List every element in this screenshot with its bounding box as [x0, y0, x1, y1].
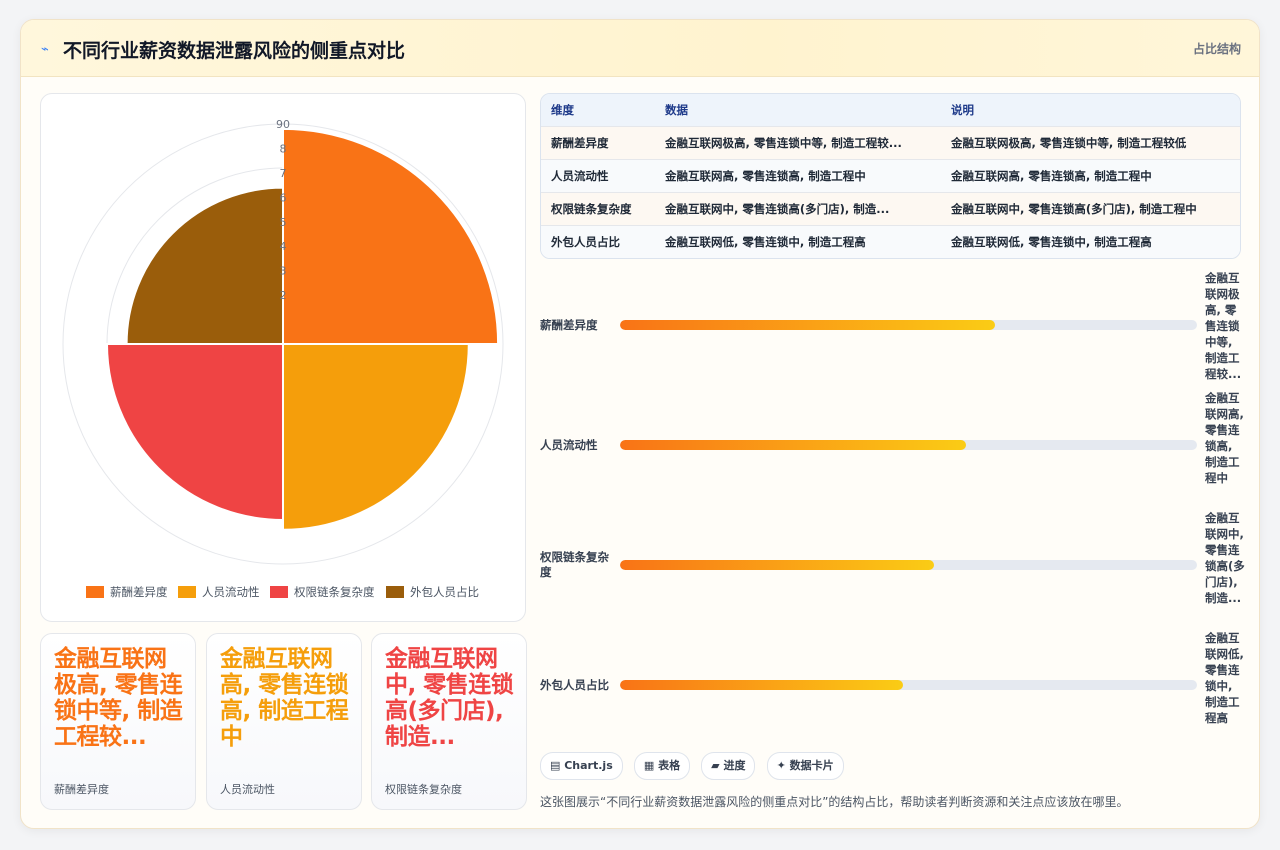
legend-label: 外包人员占比: [410, 585, 479, 599]
table-header: 数据: [655, 94, 941, 127]
chart-icon: ▤: [550, 759, 565, 772]
page-title: 不同行业薪资数据泄露风险的侧重点对比: [63, 40, 406, 62]
polar-sector[interactable]: [125, 186, 284, 345]
table-cell: 人员流动性: [541, 159, 655, 193]
radial-tick-label: 4: [280, 240, 287, 253]
progress-note: 金融互联网极高, 零售连锁中等, 制造工程较...: [1205, 271, 1242, 381]
table-cell: 金融互联网高, 零售连锁高, 制造工程中: [941, 159, 1240, 193]
kpi-value: 金融互联网高, 零售连锁高, 制造工程中: [220, 646, 349, 750]
tag-data-card[interactable]: ✦ 数据卡片: [766, 752, 844, 780]
card-header: ⌁ 不同行业薪资数据泄露风险的侧重点对比 占比结构: [21, 20, 1259, 77]
kpi-card: 金融互联网高, 零售连锁高, 制造工程中 人员流动性: [206, 633, 362, 810]
legend-label: 人员流动性: [202, 585, 260, 599]
data-table: 维度 数据 说明 薪酬差异度 金融互联网极高, 零售连锁中等, 制造工程较...…: [540, 93, 1241, 259]
radial-tick-label: 8: [280, 142, 287, 155]
legend-swatch: [270, 586, 288, 598]
progress-track: [620, 560, 1197, 570]
radial-tick-label: 3: [280, 265, 287, 278]
kpi-label: 权限链条复杂度: [385, 783, 462, 796]
polar-sector[interactable]: [282, 343, 470, 531]
table-cell: 权限链条复杂度: [541, 192, 655, 226]
radial-tick-label: 5: [280, 216, 287, 229]
progress-fill: [620, 560, 935, 570]
sparkle-icon: ✦: [776, 759, 790, 772]
radial-tick-label: 6: [280, 191, 287, 204]
table-cell: 外包人员占比: [541, 225, 655, 258]
progress-track: [620, 320, 1197, 330]
progress-row: 人员流动性 金融互联网高, 零售连锁高, 制造工程中: [540, 390, 1250, 500]
progress-icon: ▰: [711, 759, 724, 772]
radial-tick-label: 7: [280, 167, 287, 180]
table-row: 薪酬差异度 金融互联网极高, 零售连锁中等, 制造工程较... 金融互联网极高,…: [541, 126, 1240, 160]
progress-row: 外包人员占比 金融互联网低, 零售连锁中, 制造工程高: [540, 630, 1250, 740]
dashboard-card: ⌁ 不同行业薪资数据泄露风险的侧重点对比 占比结构 2 3 4 5 6 7 8 90 薪酬差异度…: [20, 19, 1260, 829]
progress-label: 薪酬差异度: [540, 318, 598, 332]
table-cell: 金融互联网低, 零售连锁中, 制造工程高: [941, 225, 1240, 258]
table-cell: 金融互联网中, 零售连锁高(多门店), 制造工程中: [941, 192, 1240, 226]
tag-progress[interactable]: ▰ 进度: [701, 752, 756, 780]
tag-table[interactable]: ▦ 表格: [633, 752, 691, 780]
legend-swatch: [386, 586, 404, 598]
progress-fill: [620, 680, 903, 690]
chart-description: 这张图展示“不同行业薪资数据泄露风险的侧重点对比”的结构占比，帮助读者判断资源和…: [540, 795, 1129, 809]
progress-track: [620, 680, 1197, 690]
table-cell: 金融互联网低, 零售连锁中, 制造工程高: [655, 225, 941, 258]
polar-sector[interactable]: [282, 127, 500, 345]
kpi-label: 人员流动性: [220, 783, 275, 796]
radial-tick-label: 90: [276, 118, 290, 131]
progress-note: 金融互联网高, 零售连锁高, 制造工程中: [1205, 391, 1244, 485]
polar-area-chart[interactable]: 2 3 4 5 6 7 8 90 薪酬差异度 人员流动性 权限链条复杂度 外包人员占比: [41, 94, 525, 621]
table-cell: 金融互联网极高, 零售连锁中等, 制造工程较...: [655, 126, 941, 160]
polar-sector[interactable]: [105, 343, 284, 522]
legend-swatch: [178, 586, 196, 598]
radial-tick-label: 2: [280, 289, 287, 302]
legend-label: 薪酬差异度: [110, 585, 168, 599]
kpi-value: 金融互联网中, 零售连锁高(多门店), 制造...: [385, 646, 514, 750]
table-row: 外包人员占比 金融互联网低, 零售连锁中, 制造工程高 金融互联网低, 零售连锁…: [541, 225, 1240, 258]
table-row: 人员流动性 金融互联网高, 零售连锁高, 制造工程中 金融互联网高, 零售连锁高…: [541, 159, 1240, 193]
table-cell: 金融互联网中, 零售连锁高(多门店), 制造...: [655, 192, 941, 226]
progress-label: 权限链条复杂度: [540, 550, 609, 579]
table-icon: ▦: [643, 759, 659, 772]
kpi-value: 金融互联网极高, 零售连锁中等, 制造工程较...: [54, 646, 183, 750]
table-header: 说明: [941, 94, 1240, 127]
legend-label: 权限链条复杂度: [294, 585, 375, 599]
legend-swatch: [86, 586, 104, 598]
feature-tags: ▤ Chart.js ▦ 表格 ▰ 进度 ✦ 数据卡片: [540, 752, 850, 780]
progress-fill: [620, 320, 996, 330]
table-cell: 金融互联网极高, 零售连锁中等, 制造工程较低: [941, 126, 1240, 160]
progress-note: 金融互联网低, 零售连锁中, 制造工程高: [1205, 631, 1244, 725]
table-cell: 薪酬差异度: [541, 126, 655, 160]
progress-track: [620, 440, 1197, 450]
table-cell: 金融互联网高, 零售连锁高, 制造工程中: [655, 159, 941, 193]
table-row: 权限链条复杂度 金融互联网中, 零售连锁高(多门店), 制造... 金融互联网中…: [541, 192, 1240, 226]
chart-icon: ⌁: [41, 42, 49, 57]
polar-chart-panel: 2 3 4 5 6 7 8 90 薪酬差异度 人员流动性 权限链条复杂度 外包人员占比: [40, 93, 526, 622]
progress-label: 外包人员占比: [540, 678, 609, 692]
progress-note: 金融互联网中, 零售连锁高(多门店), 制造...: [1205, 511, 1245, 605]
table-header: 维度: [541, 94, 655, 127]
progress-row: 薪酬差异度 金融互联网极高, 零售连锁中等, 制造工程较...: [540, 270, 1250, 381]
progress-label: 人员流动性: [540, 438, 598, 452]
kpi-card: 金融互联网中, 零售连锁高(多门店), 制造... 权限链条复杂度: [371, 633, 527, 810]
progress-row: 权限链条复杂度 金融互联网中, 零售连锁高(多门店), 制造...: [540, 510, 1250, 620]
kpi-label: 薪酬差异度: [54, 783, 109, 796]
kpi-card: 金融互联网极高, 零售连锁中等, 制造工程较... 薪酬差异度: [40, 633, 196, 810]
progress-fill: [620, 440, 967, 450]
tag-chartjs[interactable]: ▤ Chart.js: [540, 752, 623, 780]
chart-type-badge: 占比结构: [1192, 42, 1241, 56]
